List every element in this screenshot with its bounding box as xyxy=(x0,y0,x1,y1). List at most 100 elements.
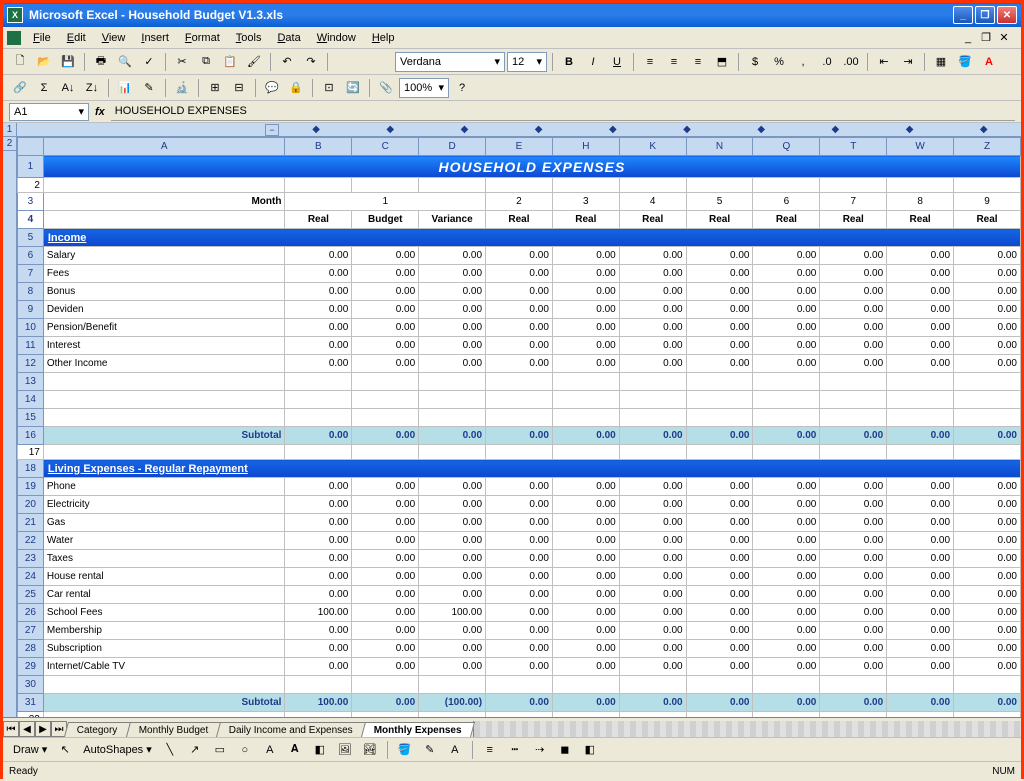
cell[interactable] xyxy=(43,445,285,460)
cell[interactable]: 0.00 xyxy=(820,355,887,373)
cell[interactable]: 0.00 xyxy=(419,337,486,355)
cell[interactable] xyxy=(820,712,887,718)
zoom-combo[interactable]: 100%▾ xyxy=(399,78,449,98)
merge-icon[interactable]: ⬒ xyxy=(711,51,733,73)
comment-icon[interactable]: 💬 xyxy=(261,77,283,99)
cell[interactable]: Bonus xyxy=(43,283,285,301)
cell[interactable]: 0.00 xyxy=(486,586,553,604)
cell[interactable] xyxy=(619,391,686,409)
chart-icon[interactable]: 📊 xyxy=(114,77,136,99)
cell[interactable] xyxy=(43,211,285,229)
cell[interactable]: 0.00 xyxy=(887,640,954,658)
cell[interactable]: 0.00 xyxy=(352,658,419,676)
cell[interactable]: 0.00 xyxy=(552,550,619,568)
cell[interactable]: 0.00 xyxy=(887,514,954,532)
cell[interactable]: Subscription xyxy=(43,640,285,658)
cell[interactable]: 0.00 xyxy=(820,478,887,496)
column-outline-bar[interactable]: − ◆◆◆◆◆◆◆◆◆◆ xyxy=(17,123,1021,137)
cell[interactable]: 0.00 xyxy=(954,532,1021,550)
row-head[interactable]: 19 xyxy=(18,478,44,496)
cell[interactable] xyxy=(954,445,1021,460)
title-cell[interactable]: HOUSEHOLD EXPENSES xyxy=(43,156,1020,178)
cell[interactable]: 0.00 xyxy=(619,478,686,496)
cell[interactable]: 0.00 xyxy=(887,319,954,337)
sheet-tab-daily-income-and-expenses[interactable]: Daily Income and Expenses xyxy=(216,722,366,737)
minimize-button[interactable]: _ xyxy=(953,6,973,24)
cell[interactable]: 0.00 xyxy=(552,514,619,532)
cell[interactable] xyxy=(486,178,553,193)
cell[interactable] xyxy=(552,409,619,427)
cell[interactable]: Gas xyxy=(43,514,285,532)
cell[interactable] xyxy=(43,712,285,718)
cell[interactable]: 0.00 xyxy=(954,604,1021,622)
cell[interactable]: 0.00 xyxy=(619,514,686,532)
cell[interactable]: 0.00 xyxy=(552,568,619,586)
name-box[interactable]: A1▾ xyxy=(9,103,89,121)
cell[interactable]: 0.00 xyxy=(686,694,753,712)
cell[interactable]: 0.00 xyxy=(352,622,419,640)
cell[interactable]: 0.00 xyxy=(486,568,553,586)
cell[interactable]: 0.00 xyxy=(552,337,619,355)
cell[interactable]: 0.00 xyxy=(486,622,553,640)
row-head[interactable]: 6 xyxy=(18,247,44,265)
header-cell[interactable] xyxy=(18,138,44,156)
cell[interactable]: 0.00 xyxy=(753,586,820,604)
cell[interactable]: 0.00 xyxy=(486,694,553,712)
cell[interactable] xyxy=(552,373,619,391)
cell[interactable]: 0.00 xyxy=(954,427,1021,445)
rect-icon[interactable]: ▭ xyxy=(209,739,231,761)
cell[interactable]: Interest xyxy=(43,337,285,355)
cell[interactable]: 0.00 xyxy=(352,694,419,712)
cell[interactable]: 0.00 xyxy=(686,355,753,373)
cell[interactable]: 0.00 xyxy=(619,604,686,622)
open-icon[interactable]: 📂 xyxy=(33,51,55,73)
cell[interactable]: 0.00 xyxy=(887,337,954,355)
refresh-icon[interactable]: 🔄 xyxy=(342,77,364,99)
cell[interactable]: 0.00 xyxy=(686,283,753,301)
cell[interactable]: 0.00 xyxy=(753,247,820,265)
arrow-icon[interactable]: ↗ xyxy=(184,739,206,761)
row-head[interactable]: 25 xyxy=(18,586,44,604)
cell[interactable]: 0.00 xyxy=(419,247,486,265)
cell[interactable]: 0.00 xyxy=(753,337,820,355)
font-size-combo[interactable]: 12▾ xyxy=(507,52,547,72)
cell[interactable]: 0.00 xyxy=(419,283,486,301)
cell[interactable]: 0.00 xyxy=(285,355,352,373)
cell[interactable]: 0.00 xyxy=(552,427,619,445)
cell[interactable]: Membership xyxy=(43,622,285,640)
cell[interactable] xyxy=(552,712,619,718)
arrow-style-icon[interactable]: ⇢ xyxy=(529,739,551,761)
cell[interactable]: 0.00 xyxy=(887,478,954,496)
cell[interactable]: 0.00 xyxy=(820,319,887,337)
cell[interactable]: 0.00 xyxy=(486,550,553,568)
cell[interactable]: 0.00 xyxy=(552,586,619,604)
cell[interactable]: 0.00 xyxy=(954,586,1021,604)
cell[interactable]: 0.00 xyxy=(352,319,419,337)
formula-input[interactable]: HOUSEHOLD EXPENSES xyxy=(111,103,1015,121)
cell[interactable]: 0.00 xyxy=(887,568,954,586)
cell[interactable] xyxy=(552,391,619,409)
copy-icon[interactable]: ⧉ xyxy=(195,51,217,73)
header-cell[interactable]: Q xyxy=(753,138,820,156)
cell[interactable]: 0.00 xyxy=(285,532,352,550)
cell[interactable]: 0.00 xyxy=(753,640,820,658)
row-head[interactable]: 14 xyxy=(18,391,44,409)
cell[interactable]: 0.00 xyxy=(352,478,419,496)
row-head[interactable]: 22 xyxy=(18,532,44,550)
oval-icon[interactable]: ○ xyxy=(234,739,256,761)
cell[interactable] xyxy=(352,409,419,427)
cell[interactable]: 0.00 xyxy=(820,586,887,604)
cell[interactable]: 0.00 xyxy=(954,265,1021,283)
cell[interactable]: 0.00 xyxy=(753,622,820,640)
cell[interactable]: 0.00 xyxy=(820,337,887,355)
cell[interactable]: 0.00 xyxy=(352,496,419,514)
cell[interactable]: 0.00 xyxy=(486,640,553,658)
row-head[interactable]: 10 xyxy=(18,319,44,337)
cell[interactable]: 0.00 xyxy=(352,568,419,586)
cell[interactable]: 0.00 xyxy=(285,658,352,676)
cell[interactable]: 0.00 xyxy=(753,514,820,532)
doc-restore-button[interactable]: ❐ xyxy=(979,31,993,45)
cell[interactable]: 3 xyxy=(552,193,619,211)
cell[interactable] xyxy=(887,373,954,391)
row-head[interactable]: 31 xyxy=(18,694,44,712)
